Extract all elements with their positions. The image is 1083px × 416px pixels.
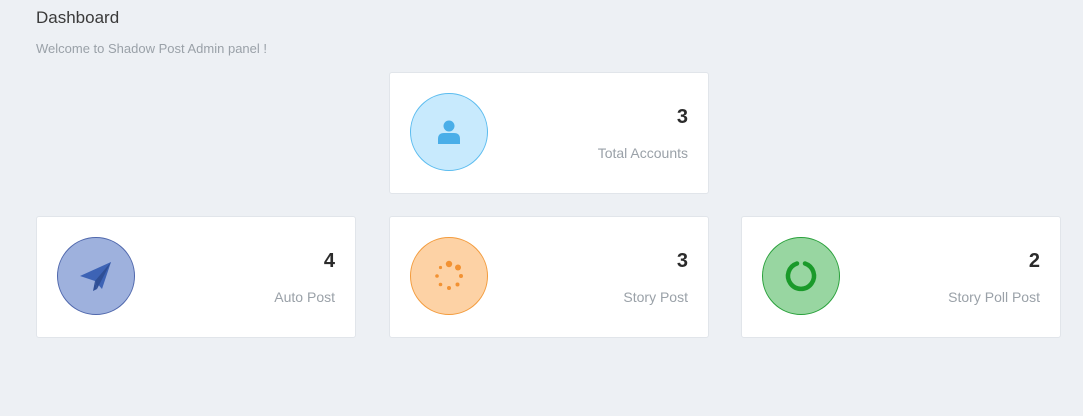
page-title: Dashboard — [36, 8, 120, 27]
story-post-card[interactable]: 3 Story Post — [389, 216, 709, 338]
icon-circle — [410, 237, 488, 315]
user-icon — [438, 120, 460, 144]
count-value: 2 — [1028, 250, 1040, 272]
paper-plane-icon — [80, 262, 111, 291]
card-label: Story Poll Post — [948, 289, 1040, 305]
count-value: 3 — [676, 106, 688, 128]
page-subtitle: Welcome to Shadow Post Admin panel ! — [36, 41, 267, 56]
count-value: 3 — [676, 250, 688, 272]
icon-circle — [57, 237, 135, 315]
icon-circle — [762, 237, 840, 315]
story-poll-post-card[interactable]: 2 Story Poll Post — [741, 216, 1061, 338]
count-value: 4 — [323, 250, 335, 272]
total-accounts-card[interactable]: 3 Total Accounts — [389, 72, 709, 194]
spinner-icon — [435, 260, 463, 290]
card-label: Total Accounts — [597, 145, 688, 161]
card-label: Story Post — [623, 289, 688, 305]
icon-circle — [410, 93, 488, 171]
circle-notch-icon — [785, 261, 817, 292]
card-label: Auto Post — [274, 289, 335, 305]
auto-post-card[interactable]: 4 Auto Post — [36, 216, 356, 338]
